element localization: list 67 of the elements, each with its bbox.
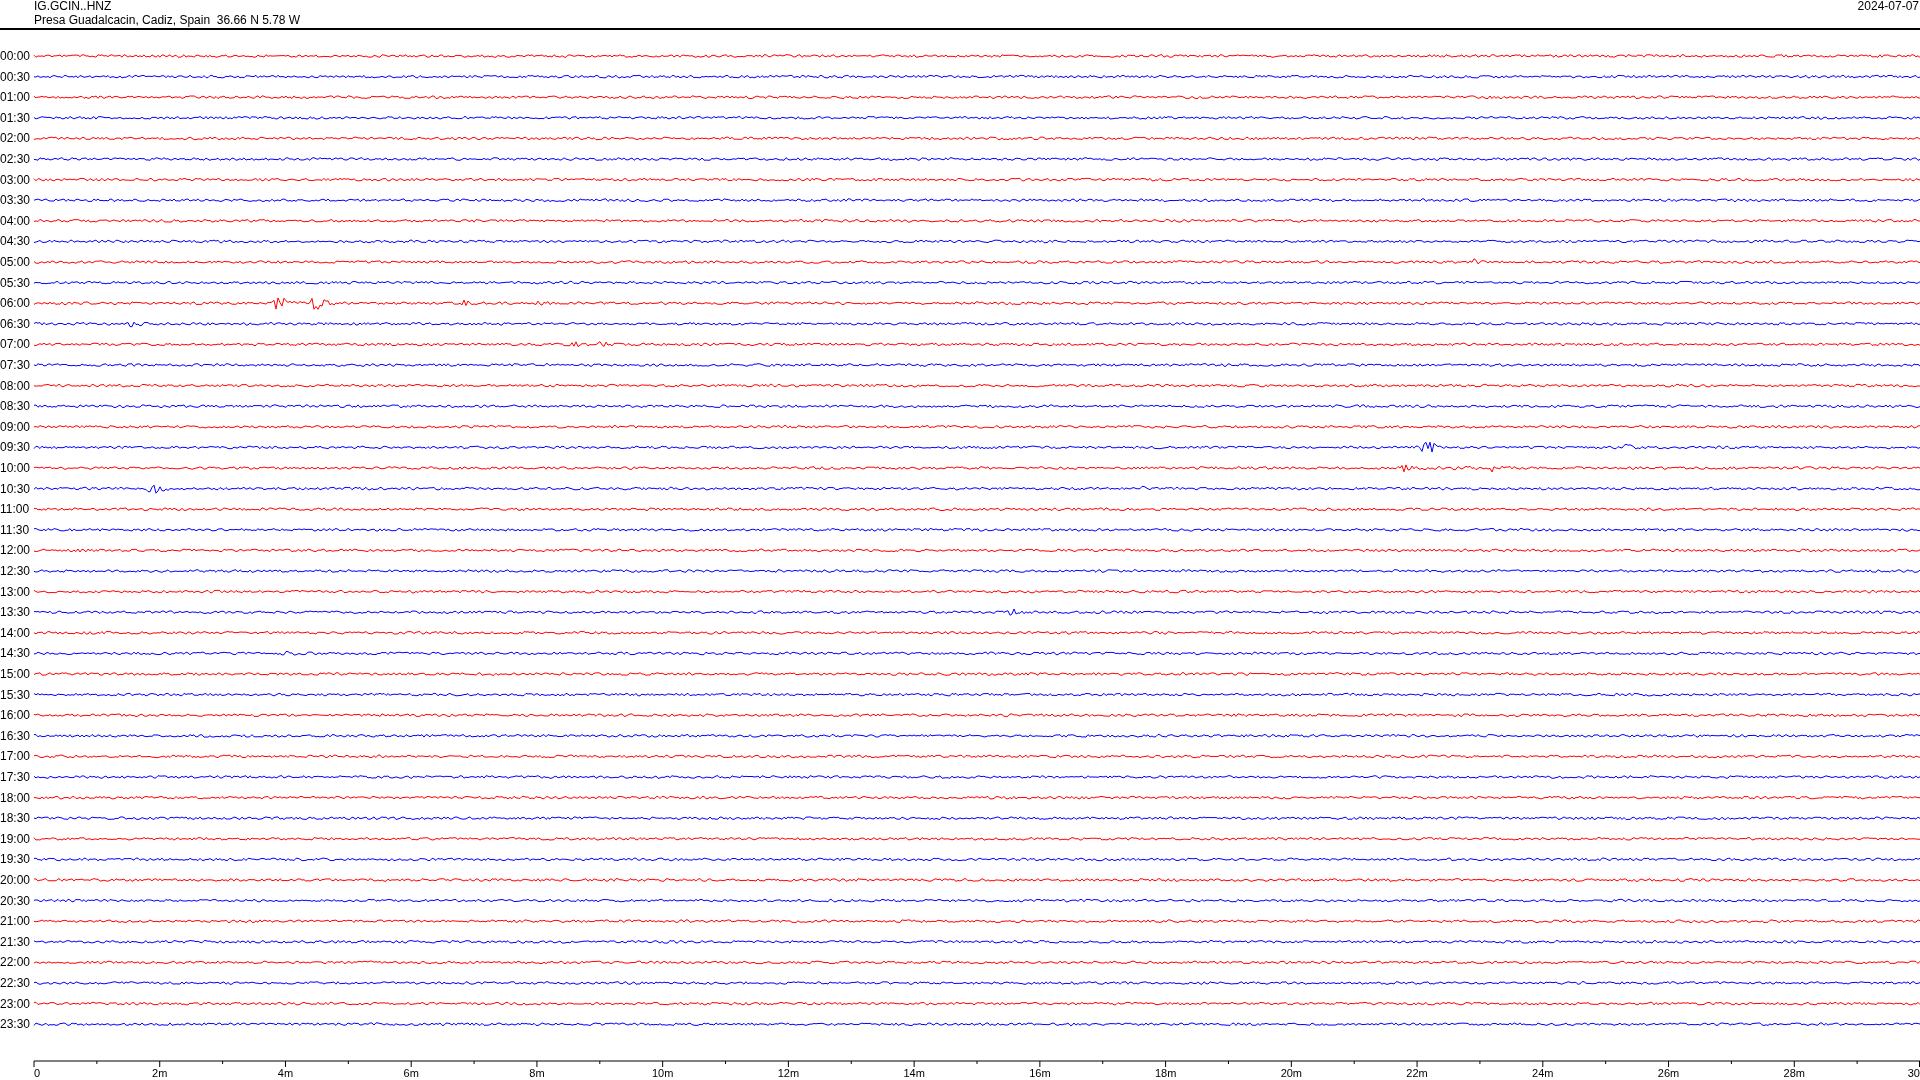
time-label: 04:30	[0, 234, 31, 249]
time-label: 05:00	[0, 255, 31, 269]
time-label: 16:30	[0, 728, 31, 743]
time-label: 20:00	[0, 873, 31, 887]
axis-label: 16m	[1029, 1067, 1051, 1078]
time-label: 11:30	[0, 522, 30, 537]
time-label: 14:00	[0, 625, 31, 640]
time-label: 23:30	[0, 1017, 31, 1032]
time-label: 07:00	[0, 337, 31, 352]
time-label: 09:30	[0, 440, 31, 455]
axis-label: 22m	[1406, 1067, 1428, 1078]
time-label: 03:00	[0, 172, 31, 187]
time-label: 01:30	[0, 110, 31, 125]
axis-label: 2m	[152, 1067, 168, 1078]
time-label: 22:30	[0, 976, 31, 990]
time-label: 00:00	[0, 49, 31, 63]
time-label: 04:00	[0, 213, 31, 228]
time-label: 17:30	[0, 770, 31, 784]
axis-label: 20m	[1280, 1067, 1303, 1078]
time-label: 15:30	[0, 687, 31, 702]
time-label: 05:30	[0, 275, 31, 290]
time-label: 02:30	[0, 152, 31, 166]
axis-label: 6m	[403, 1067, 419, 1078]
axis-label: 4m	[277, 1067, 294, 1078]
time-label: 21:00	[0, 914, 31, 929]
time-label: 06:30	[0, 316, 31, 331]
time-label: 12:00	[0, 543, 31, 558]
time-label: 16:00	[0, 708, 31, 723]
time-label: 02:00	[0, 131, 31, 146]
time-label: 11:00	[0, 502, 30, 517]
time-label: 17:00	[0, 749, 31, 764]
axis-label: 18m	[1154, 1067, 1177, 1078]
date-label: 2024-07-07	[1857, 0, 1919, 13]
time-label: 21:30	[0, 934, 31, 949]
axis-label: 12m	[777, 1067, 800, 1078]
station-code: IG.GCIN..HNZ	[34, 0, 112, 13]
station-location: Presa Guadalcacin, Cadiz, Spain 36.66 N 5.78 W	[34, 13, 301, 27]
axis-label: 24m	[1532, 1067, 1554, 1078]
axis-label: 30	[1907, 1067, 1920, 1078]
time-label: 06:00	[0, 296, 31, 311]
time-label: 22:00	[0, 955, 31, 970]
axis-label: 26m	[1657, 1067, 1680, 1078]
time-label: 18:30	[0, 811, 31, 826]
time-label: 19:00	[0, 831, 31, 846]
time-label: 13:00	[0, 584, 31, 599]
time-label: 10:30	[0, 481, 31, 496]
time-label: 20:30	[0, 893, 31, 908]
time-label: 14:30	[0, 646, 31, 661]
time-label: 19:30	[0, 852, 31, 867]
axis-label: 28m	[1783, 1067, 1805, 1078]
time-label: 08:30	[0, 399, 31, 414]
time-label: 01:00	[0, 90, 31, 105]
time-label: 00:30	[0, 69, 31, 84]
time-label: 18:00	[0, 790, 31, 805]
axis-label: 14m	[903, 1067, 925, 1078]
time-label: 03:30	[0, 193, 31, 208]
time-label: 07:30	[0, 358, 31, 372]
time-label: 08:00	[0, 378, 31, 393]
time-label: 15:00	[0, 667, 31, 681]
axis-label: 8m	[529, 1067, 545, 1078]
time-label: 23:00	[0, 996, 31, 1011]
axis-label: 0	[34, 1067, 41, 1078]
axis-label: 10m	[651, 1067, 674, 1078]
time-label: 13:30	[0, 605, 31, 620]
time-label: 12:30	[0, 564, 31, 578]
time-label: 10:00	[0, 461, 31, 475]
time-label: 09:00	[0, 419, 31, 434]
